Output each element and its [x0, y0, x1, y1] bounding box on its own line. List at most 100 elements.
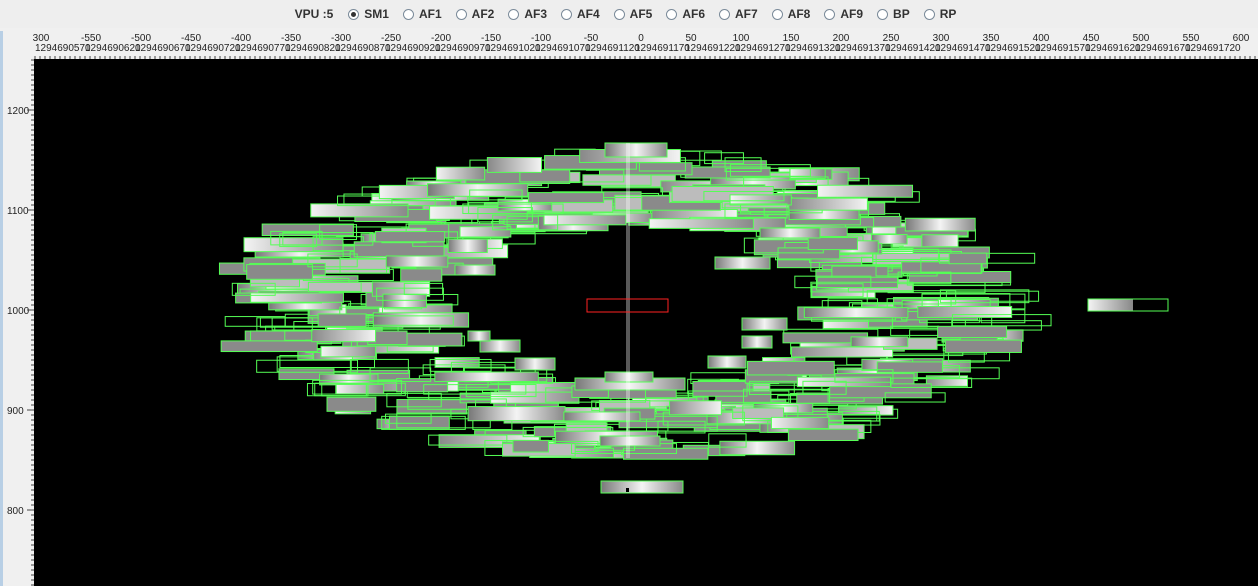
- radio-label: AF1: [418, 7, 442, 21]
- detection-box: [353, 241, 445, 258]
- horizontal-ruler: 300 -550 -500 -450 -400 -350 -300 -250 -200 -150-…: [3, 31, 1258, 59]
- x-timestamp-label: 1294691120: [585, 43, 640, 54]
- detection-box: [788, 197, 868, 211]
- y-tick-label: 800: [7, 506, 24, 517]
- radio-af6[interactable]: AF6: [666, 7, 705, 21]
- detection-view-svg: [218, 142, 1169, 494]
- radio-af4[interactable]: AF4: [561, 7, 600, 21]
- x-timestamp-label: 1294690620: [85, 43, 141, 54]
- detection-box-top: [604, 142, 668, 158]
- detection-box: [459, 226, 512, 238]
- detection-box: [435, 166, 486, 181]
- radio-af5[interactable]: AF5: [613, 7, 652, 21]
- detection-box: [434, 371, 539, 383]
- detection-box: [479, 339, 521, 353]
- detection-box: [787, 428, 859, 442]
- radio-circle-icon[interactable]: [824, 8, 836, 20]
- detection-box: [385, 255, 449, 268]
- x-timestamp-label: 1294691570: [1035, 43, 1091, 54]
- detection-box: [467, 406, 566, 422]
- radio-label: AF4: [577, 7, 600, 21]
- x-timestamp-label: 1294691270: [735, 43, 791, 54]
- detection-box: [374, 231, 446, 243]
- radio-af1[interactable]: AF1: [402, 7, 442, 21]
- detection-box: [948, 252, 988, 265]
- detection-box: [326, 396, 377, 412]
- y-tick-label: 1200: [7, 106, 30, 117]
- detection-boxes: [218, 142, 1169, 494]
- x-timestamp-label: 1294690770: [235, 43, 291, 54]
- detection-box: [582, 174, 652, 186]
- x-timestamp-label: 1294691620: [1085, 43, 1141, 54]
- radio-af9[interactable]: AF9: [824, 7, 863, 21]
- detection-box: [246, 264, 313, 280]
- detection-box: [770, 416, 830, 430]
- radio-bp[interactable]: BP: [877, 7, 910, 21]
- detection-box: [746, 360, 835, 376]
- detection-box: [307, 281, 362, 292]
- radio-circle-icon[interactable]: [771, 8, 783, 20]
- detection-box: [917, 305, 1013, 318]
- detection-box: [400, 268, 443, 282]
- radio-circle-icon[interactable]: [666, 8, 678, 20]
- x-timestamp-label: 1294690720: [185, 43, 241, 54]
- radio-af7[interactable]: AF7: [719, 7, 758, 21]
- x-timestamp-label: 1294690820: [285, 43, 341, 54]
- detection-box: [817, 184, 914, 198]
- x-timestamp-label: 1294691220: [685, 43, 741, 54]
- detection-box: [467, 330, 491, 342]
- detection-box: [937, 325, 1008, 339]
- x-timestamp-label: 1294690870: [335, 43, 391, 54]
- radio-circle-icon[interactable]: [402, 8, 414, 20]
- radio-rp[interactable]: RP: [923, 7, 956, 21]
- radio-label: SM1: [364, 7, 389, 21]
- detection-box: [250, 292, 344, 303]
- detection-box: [921, 234, 959, 248]
- radio-label: AF6: [682, 7, 706, 21]
- detection-box: [527, 192, 605, 204]
- detection-box: [790, 346, 894, 358]
- detection-box: [514, 357, 556, 371]
- radio-circle-icon[interactable]: [561, 8, 572, 20]
- x-timestamp-label: 1294690920: [385, 43, 441, 54]
- vpu-toolbar: VPU :5 SM1 AF1 AF2 AF3 AF4 AF5 AF6 AF7 AF8 AF9 BP R…: [0, 0, 1258, 28]
- radio-af3[interactable]: AF3: [508, 7, 547, 21]
- detection-box: [543, 214, 627, 226]
- detection-box: [692, 381, 748, 397]
- y-tick-label: 1100: [7, 206, 29, 217]
- detection-box: [311, 329, 377, 343]
- detection-box: [741, 317, 788, 331]
- radio-circle-icon[interactable]: [348, 8, 360, 20]
- detection-box: [389, 415, 450, 430]
- radio-circle-icon[interactable]: [613, 8, 625, 20]
- detection-box: [220, 340, 318, 353]
- x-timestamp-label: 1294691370: [835, 43, 891, 54]
- radio-circle-icon[interactable]: [719, 8, 731, 20]
- detection-box: [382, 293, 427, 309]
- detection-box: [669, 400, 722, 416]
- radio-af2[interactable]: AF2: [455, 7, 494, 21]
- radio-circle-icon[interactable]: [455, 8, 467, 20]
- x-timestamp-label: 1294691670: [1135, 43, 1191, 54]
- detection-box: [447, 238, 488, 253]
- detection-box: [486, 157, 542, 173]
- horizontal-ruler-svg: 300 -550 -500 -450 -400 -350 -300 -250 -200 -150-…: [33, 33, 1256, 59]
- radio-circle-icon[interactable]: [508, 8, 520, 20]
- y-tick-label: 1000: [7, 306, 30, 317]
- x-timestamp-label: 1294691720: [1185, 43, 1241, 54]
- y-tick-label: 900: [7, 406, 24, 417]
- detection-box: [850, 336, 909, 348]
- detection-box: [714, 256, 771, 270]
- radio-label: AF8: [787, 7, 811, 21]
- x-timestamp-label: 1294691470: [935, 43, 991, 54]
- radio-af8[interactable]: AF8: [771, 7, 811, 21]
- radio-circle-icon[interactable]: [877, 8, 889, 20]
- detection-box: [904, 217, 976, 232]
- radio-sm1[interactable]: SM1: [348, 7, 389, 21]
- radio-circle-icon[interactable]: [923, 8, 935, 20]
- radio-label: BP: [893, 7, 910, 21]
- vpu-label: VPU :5: [294, 7, 334, 21]
- detection-view[interactable]: [34, 59, 1258, 586]
- radio-label: AF7: [735, 7, 758, 21]
- detection-box: [320, 345, 377, 358]
